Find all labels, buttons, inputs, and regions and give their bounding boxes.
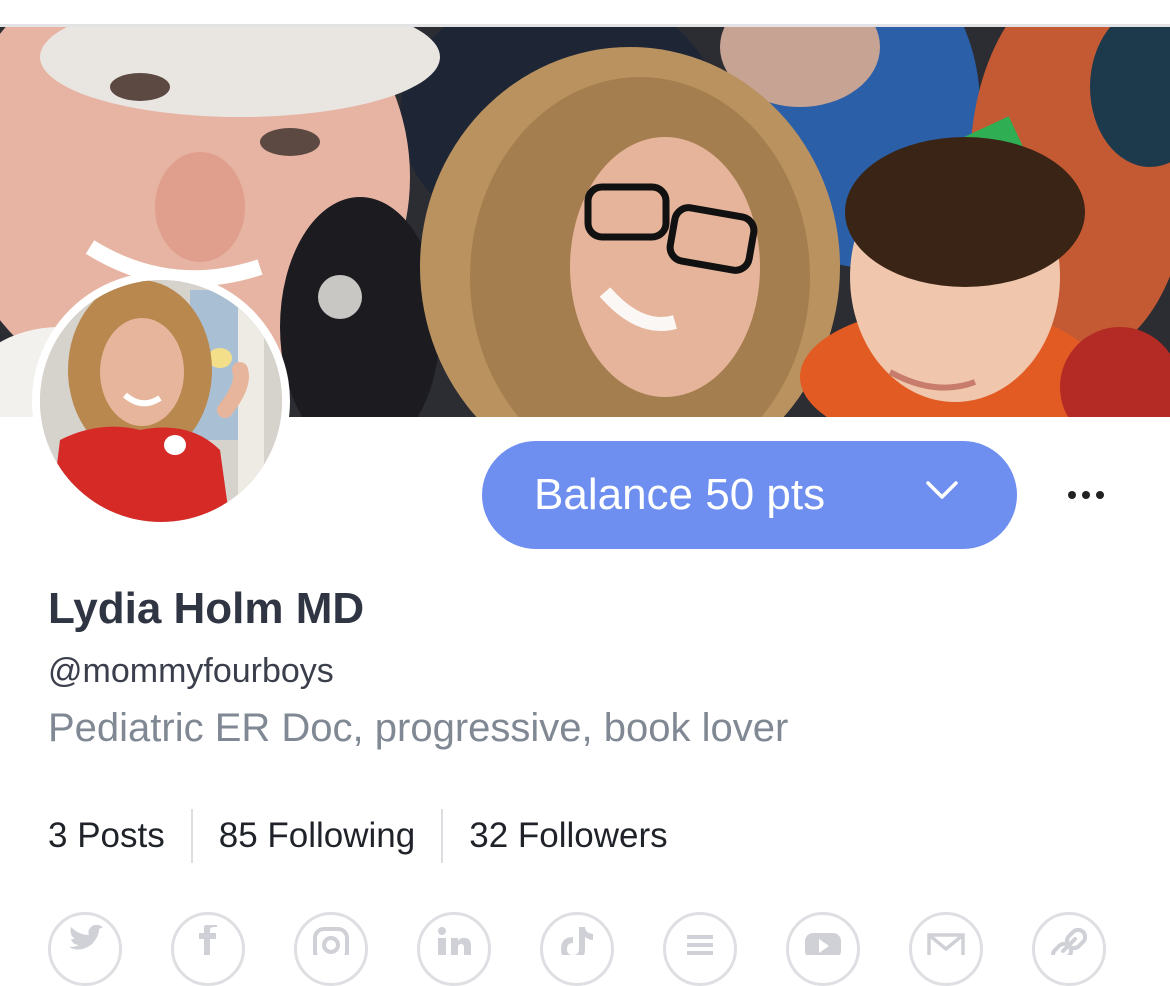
stats-divider <box>190 809 193 863</box>
link-icon[interactable] <box>1032 912 1106 986</box>
followers-count[interactable]: 32 Followers <box>469 816 667 856</box>
youtube-icon[interactable] <box>786 912 860 986</box>
balance-label: Balance 50 pts <box>534 470 826 519</box>
linkedin-icon[interactable] <box>417 912 491 986</box>
balance-dropdown-button[interactable]: Balance 50 pts <box>482 441 1017 549</box>
list-icon[interactable] <box>663 912 737 986</box>
instagram-icon[interactable] <box>294 912 368 986</box>
profile-avatar[interactable] <box>32 272 290 530</box>
facebook-icon[interactable] <box>171 912 245 986</box>
more-dot <box>1068 491 1076 499</box>
posts-count[interactable]: 3 Posts <box>48 816 165 856</box>
more-dot <box>1096 491 1104 499</box>
profile-name: Lydia Holm MD <box>48 584 365 633</box>
social-links <box>48 912 1106 986</box>
avatar-image <box>40 280 282 522</box>
top-strip <box>0 0 1170 27</box>
tiktok-icon[interactable] <box>540 912 614 986</box>
more-options-icon[interactable] <box>1056 478 1116 512</box>
following-count[interactable]: 85 Following <box>219 816 416 856</box>
avatar-photo <box>40 280 282 522</box>
more-dot <box>1082 491 1090 499</box>
stats-divider <box>441 809 444 863</box>
profile-stats: 3 Posts 85 Following 32 Followers <box>48 808 668 864</box>
profile-bio: Pediatric ER Doc, progressive, book love… <box>48 706 789 750</box>
chevron-down-icon <box>926 481 958 499</box>
twitter-icon[interactable] <box>48 912 122 986</box>
profile-handle: @mommyfourboys <box>48 652 334 690</box>
email-icon[interactable] <box>909 912 983 986</box>
